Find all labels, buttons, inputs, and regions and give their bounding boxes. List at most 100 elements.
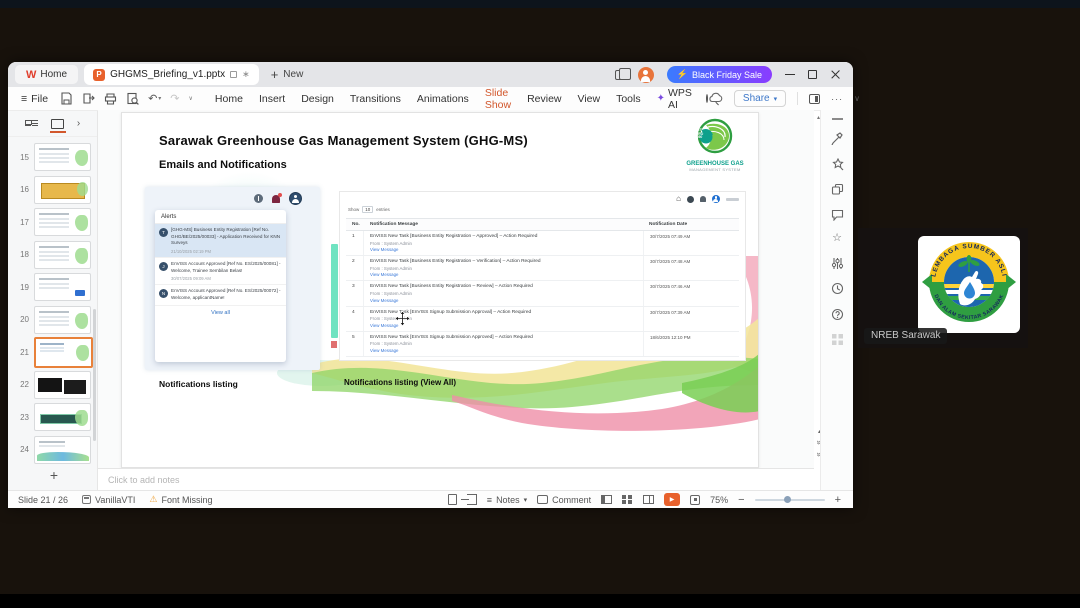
thumbnail-scrollbar[interactable] bbox=[93, 309, 96, 441]
menu-item[interactable]: Design bbox=[301, 93, 334, 105]
zoom-out-button[interactable]: − bbox=[738, 494, 744, 506]
account-avatar[interactable] bbox=[637, 66, 654, 83]
share-button[interactable]: Share ▾ bbox=[733, 90, 787, 107]
slide-thumbnail-row[interactable]: 16 bbox=[8, 174, 97, 207]
black-friday-sale-button[interactable]: ⚡ Black Friday Sale bbox=[666, 66, 772, 83]
print-preview-icon[interactable] bbox=[126, 92, 139, 105]
normal-view-icon[interactable] bbox=[601, 495, 613, 504]
slide-thumbnail[interactable] bbox=[34, 208, 91, 237]
zoom-level[interactable]: 75% bbox=[710, 495, 728, 505]
slide-thumbnail[interactable] bbox=[34, 273, 91, 302]
workspace-switch-icon[interactable] bbox=[614, 67, 631, 80]
copy-panes-icon[interactable] bbox=[831, 183, 844, 196]
search-icon[interactable] bbox=[705, 94, 708, 103]
tab-home[interactable]: W Home bbox=[15, 65, 79, 84]
minimize-button[interactable] bbox=[785, 73, 795, 76]
new-tab-button[interactable]: + New bbox=[271, 67, 304, 82]
menu-item[interactable]: Review bbox=[527, 93, 561, 105]
chevron-down-icon[interactable]: ∨ bbox=[189, 95, 193, 102]
settings-sliders-icon[interactable] bbox=[831, 257, 844, 270]
slide-view-icon[interactable] bbox=[49, 118, 66, 133]
help-icon[interactable] bbox=[831, 308, 844, 321]
slide-thumbnail[interactable] bbox=[34, 240, 91, 269]
menu-item[interactable]: Transitions bbox=[350, 93, 401, 105]
slide-21[interactable]: Sarawak Greenhouse Gas Management System… bbox=[121, 112, 759, 468]
info-icon bbox=[687, 195, 694, 203]
file-menu-button[interactable]: ≡ File bbox=[21, 93, 48, 105]
favorites-icon[interactable]: ☆ bbox=[832, 233, 842, 244]
export-icon[interactable] bbox=[82, 92, 95, 105]
reading-view-icon[interactable] bbox=[643, 495, 655, 504]
slide-thumbnail[interactable] bbox=[34, 403, 91, 432]
slide-thumbnail-row[interactable]: 22 bbox=[8, 369, 97, 402]
slideshow-play-button[interactable]: ▶ bbox=[664, 493, 681, 506]
theme-button[interactable]: VanillaVTI bbox=[82, 495, 135, 505]
undo-button[interactable]: ↶ ▾ bbox=[148, 92, 161, 105]
comment-pane-icon[interactable] bbox=[831, 209, 844, 221]
slide-thumbnail[interactable] bbox=[34, 370, 91, 399]
history-icon[interactable] bbox=[831, 282, 844, 295]
outline-view-icon[interactable] bbox=[24, 119, 38, 129]
slide-thumbnail[interactable] bbox=[34, 143, 91, 172]
user-avatar-icon bbox=[712, 195, 720, 203]
menu-item[interactable]: Tools bbox=[616, 93, 641, 105]
slide-note-icon[interactable] bbox=[447, 494, 457, 505]
slide-thumbnail[interactable] bbox=[34, 305, 91, 334]
notes-toggle-button[interactable]: ≡ Notes ▾ bbox=[487, 495, 527, 505]
slide-sorter-view-icon[interactable] bbox=[622, 495, 633, 504]
save-icon[interactable] bbox=[60, 92, 73, 105]
alert-date: 21/10/2025 02:19 PM bbox=[171, 248, 212, 254]
tab-document[interactable]: P GHGMS_Briefing_v1.pptx ∗ bbox=[84, 64, 259, 85]
smart-edit-icon[interactable] bbox=[831, 157, 844, 171]
user-avatar-icon bbox=[289, 192, 302, 205]
collapse-panel-icon[interactable]: › bbox=[77, 118, 80, 129]
menu-item[interactable]: Animations bbox=[417, 93, 469, 105]
menu-item[interactable]: Slide Show bbox=[484, 87, 512, 116]
slide-thumbnail-row[interactable]: 24 bbox=[8, 434, 97, 467]
plus-icon: + bbox=[270, 67, 279, 82]
fullscreen-icon[interactable] bbox=[690, 494, 701, 505]
redo-icon[interactable]: ↷ bbox=[170, 92, 179, 105]
font-missing-warning[interactable]: ⚠ Font Missing bbox=[149, 494, 212, 505]
more-options-icon[interactable]: ··· bbox=[831, 94, 843, 104]
maximize-button[interactable] bbox=[808, 70, 817, 79]
slide-thumbnail-row[interactable]: 21 bbox=[8, 336, 97, 369]
notes-area[interactable]: Click to add notes bbox=[98, 468, 814, 490]
slide-thumbnail[interactable] bbox=[34, 336, 93, 368]
close-button[interactable] bbox=[830, 69, 841, 80]
zoom-in-button[interactable]: + bbox=[835, 494, 841, 506]
slide-thumbnail-row[interactable]: 15 bbox=[8, 141, 97, 174]
slide-thumbnail-row[interactable]: 18 bbox=[8, 239, 97, 272]
menu-item[interactable]: Home bbox=[215, 93, 243, 105]
slide-thumbnail-row[interactable]: 20 bbox=[8, 304, 97, 337]
task-pane-icon[interactable] bbox=[809, 93, 821, 104]
menu-item[interactable]: Insert bbox=[259, 93, 285, 105]
notification-from: From : System Admin bbox=[370, 316, 412, 322]
handout-master-icon[interactable] bbox=[460, 494, 477, 505]
menu-item[interactable]: View bbox=[578, 93, 601, 105]
slide-thumbnail-row[interactable]: 19 bbox=[8, 271, 97, 304]
print-icon[interactable] bbox=[104, 92, 117, 105]
right-tool-sidebar: ☆ bbox=[820, 110, 853, 490]
zoom-slider-knob[interactable] bbox=[783, 495, 791, 503]
collapse-sidebar-icon[interactable] bbox=[831, 118, 843, 120]
participant-video-tile[interactable]: LEMBAGA SUMBER ASLI DAN ALAM SEKITAR SAR… bbox=[858, 228, 1028, 348]
alert-item: T [GHG-MS] Business Entity Registration … bbox=[155, 224, 286, 258]
slide-thumbnail[interactable] bbox=[34, 175, 91, 204]
comment-button[interactable]: Comment bbox=[537, 495, 591, 505]
slide-thumbnail-row[interactable]: 23 bbox=[8, 401, 97, 434]
slide-thumbnail-panel: › 15 16 17 18 19 20 21 22 23 24 + bbox=[8, 111, 98, 491]
slide-thumbnail-row[interactable]: 17 bbox=[8, 206, 97, 239]
collapse-ribbon-icon[interactable]: ∨ bbox=[854, 94, 860, 103]
wps-ai-button[interactable]: ✦ WPS AI bbox=[657, 87, 692, 111]
slide-thumbnail[interactable] bbox=[34, 435, 91, 464]
zoom-slider[interactable] bbox=[754, 495, 825, 503]
add-slide-button[interactable]: + bbox=[44, 467, 64, 483]
apps-grid-icon[interactable] bbox=[831, 333, 844, 346]
view-message-link: View Message bbox=[370, 322, 399, 328]
play-icon: ▶ bbox=[669, 497, 675, 503]
username-placeholder bbox=[726, 197, 739, 201]
tools-icon[interactable] bbox=[830, 132, 844, 145]
tab-preview-icon[interactable] bbox=[230, 71, 238, 78]
thumbnail-preview bbox=[37, 179, 88, 201]
